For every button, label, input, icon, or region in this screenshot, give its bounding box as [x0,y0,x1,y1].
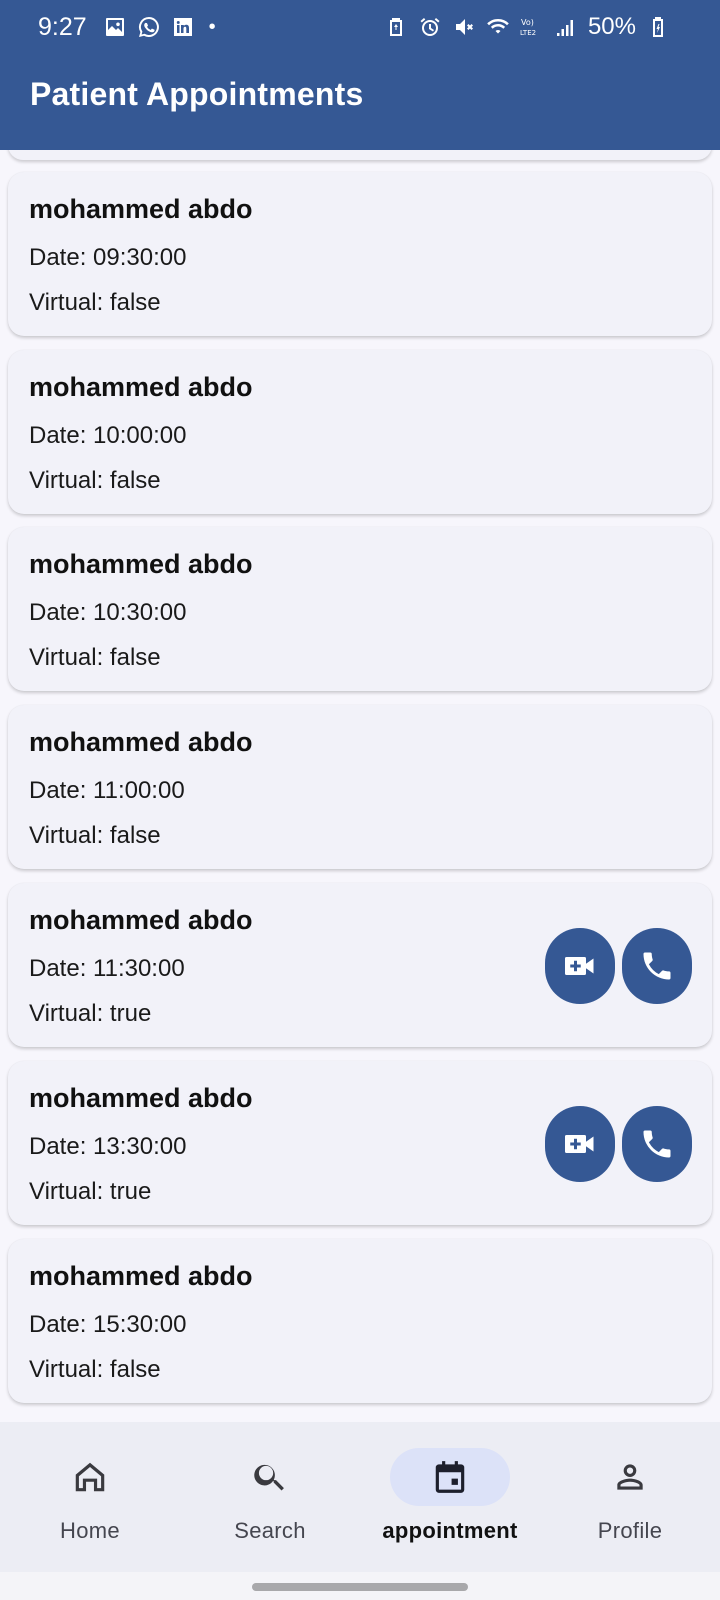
status-bar: 9:27 • Vo) LTE2 50% [0,0,720,54]
home-icon-container [30,1448,150,1506]
search-icon [254,1464,284,1491]
video-call-button[interactable] [545,1106,615,1182]
nav-item-search[interactable]: Search [180,1422,360,1572]
page-title: Patient Appointments [30,76,364,112]
appointment-card[interactable]: mohammed abdo Date: 11:30:00 Virtual: tr… [8,883,712,1047]
battery-percent: 50% [587,13,636,40]
nav-label-search: Search [234,1518,306,1543]
person-icon [617,1464,643,1490]
video-call-icon [565,1135,594,1153]
wifi-icon [486,15,510,39]
appointment-card[interactable]: mohammed abdo Date: 09:30:00 Virtual: fa… [8,172,712,336]
appointment-date: Date: 13:30:00 [29,1133,187,1160]
calendar-icon-container [390,1448,510,1506]
appointment-card[interactable]: mohammed abdo Date: 13:30:00 Virtual: tr… [8,1061,712,1225]
appointment-date: Date: 10:00:00 [29,422,187,449]
video-call-icon [565,957,594,975]
gallery-icon [103,15,127,39]
phone-call-button[interactable] [622,1106,692,1182]
nav-item-home[interactable]: Home [0,1422,180,1572]
appointment-virtual: Virtual: false [29,289,161,316]
phone-icon [643,952,671,980]
nav-item-appointment[interactable]: appointment [360,1422,540,1572]
appointment-card[interactable]: mohammed abdo Date: 11:00:00 Virtual: fa… [8,705,712,869]
home-gesture-handle[interactable] [252,1583,468,1591]
appointment-date: Date: 11:30:00 [29,955,185,982]
calendar-icon [435,1461,465,1493]
appointment-date: Date: 10:30:00 [29,599,187,626]
appointment-virtual: Virtual: true [29,1178,152,1205]
nav-label-home: Home [60,1518,120,1543]
appointment-virtual: Virtual: true [29,1000,152,1027]
appointment-virtual: Virtual: false [29,467,161,494]
appointment-card[interactable]: mohammed abdo Date: 15:30:00 Virtual: fa… [8,1239,712,1403]
appointment-date: Date: 11:00:00 [29,777,185,804]
home-icon [75,1462,105,1492]
status-right: Vo) LTE2 50% [384,13,670,41]
status-left: 9:27 • [38,13,216,42]
appointment-date: Date: 15:30:00 [29,1311,187,1338]
battery-icon [646,15,670,39]
appointment-card[interactable]: mohammed abdo Date: 10:00:00 Virtual: fa… [8,350,712,514]
appointment-virtual: Virtual: false [29,822,161,849]
mute-icon [452,15,476,39]
app-header: 9:27 • Vo) LTE2 50% Patient Appointments [0,0,720,150]
patient-name: mohammed abdo [29,194,253,224]
appointment-card-partial[interactable] [8,150,712,160]
status-time: 9:27 [38,12,87,41]
nav-item-profile[interactable]: Profile [540,1422,720,1572]
appointment-card[interactable]: mohammed abdo Date: 10:30:00 Virtual: fa… [8,527,712,691]
search-icon-container [210,1448,330,1506]
patient-name: mohammed abdo [29,1083,253,1113]
signal-icon [554,15,578,39]
patient-name: mohammed abdo [29,905,253,935]
volte-icon: Vo) LTE2 [520,15,544,39]
phone-call-button[interactable] [622,928,692,1004]
video-call-button[interactable] [545,928,615,1004]
svg-text:LTE2: LTE2 [520,29,536,37]
battery-saver-icon [384,15,408,39]
appointment-date: Date: 09:30:00 [29,244,187,271]
appointment-list[interactable]: mohammed abdo Date: 09:30:00 Virtual: fa… [0,150,720,1422]
patient-name: mohammed abdo [29,1261,253,1291]
bottom-navigation: Home Search appointment Profile [0,1422,720,1572]
person-icon-container [570,1448,690,1506]
linkedin-icon [171,15,195,39]
appointment-virtual: Virtual: false [29,644,161,671]
patient-name: mohammed abdo [29,727,253,757]
phone-icon [643,1130,671,1158]
patient-name: mohammed abdo [29,549,253,579]
patient-name: mohammed abdo [29,372,253,402]
nav-label-appointment: appointment [382,1518,518,1543]
notification-dot: • [208,15,216,38]
appointment-virtual: Virtual: false [29,1356,161,1383]
nav-label-profile: Profile [597,1518,663,1543]
svg-text:Vo): Vo) [521,18,534,27]
whatsapp-icon [137,15,161,39]
alarm-icon [418,15,442,39]
